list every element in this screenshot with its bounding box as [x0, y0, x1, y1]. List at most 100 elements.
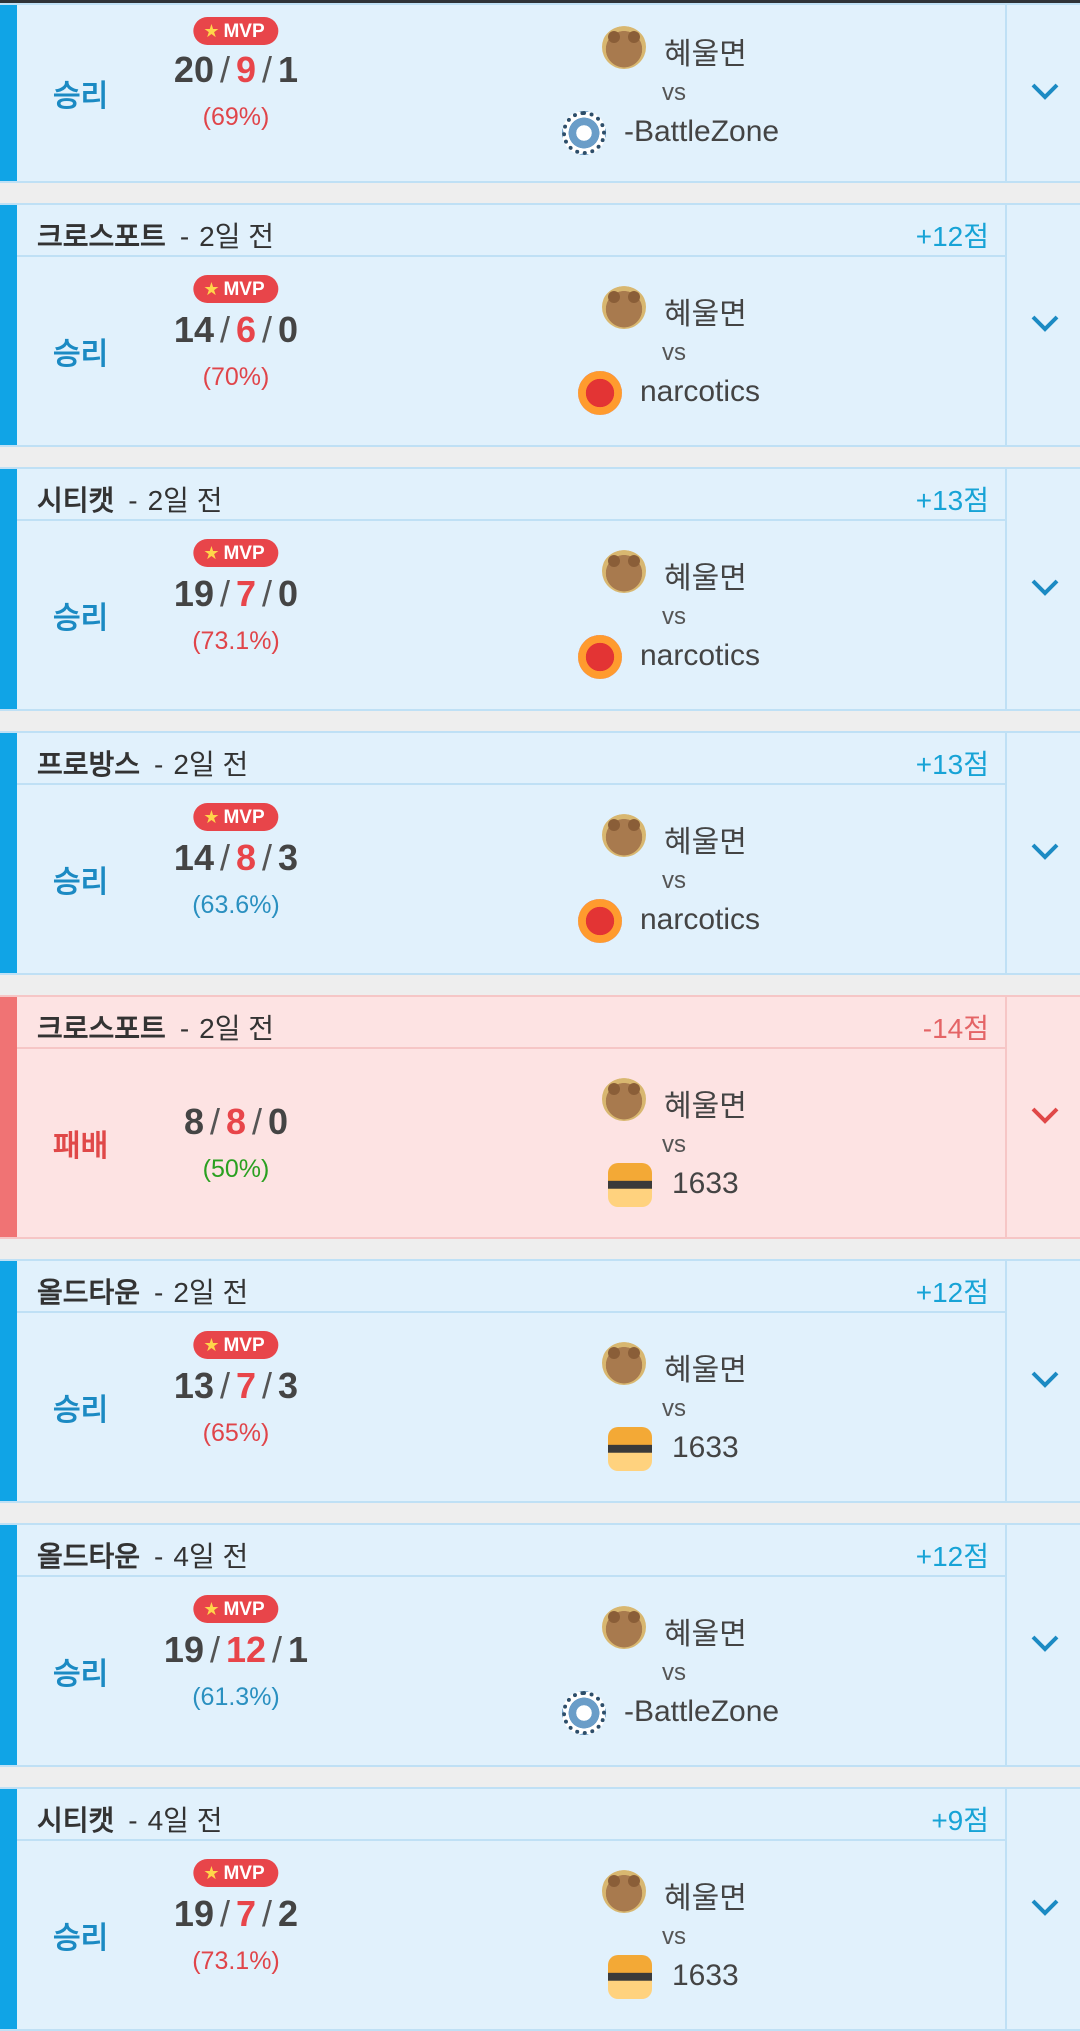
match-card[interactable]: 올드타운 -4일 전 +12점 승리 ★ MVP 19/12/1 (61.3%) 혜울… — [0, 1523, 1080, 1767]
kda-score: 14/6/0 — [173, 309, 299, 350]
match-card[interactable]: 올드타운 -2일 전 +12점 승리 ★ MVP 13/7/3 (65%) 혜울면 v… — [0, 1259, 1080, 1503]
vs-label: vs — [662, 1659, 686, 1686]
time-ago: 4일 전 — [173, 1541, 249, 1572]
match-card[interactable]: 승리 ★ MVP 20/9/1 (69%) 혜울면 vs -BattleZone — [0, 3, 1080, 183]
mvp-badge: ★ MVP — [193, 275, 279, 303]
match-card[interactable]: 크로스포트 -2일 전 +12점 승리 ★ MVP 14/6/0 (70%) 혜울면 … — [0, 203, 1080, 447]
match-header: 올드타운 -4일 전 +12점 — [17, 1525, 1007, 1577]
mvp-badge: ★ MVP — [193, 1859, 279, 1887]
match-result: 승리 — [53, 1922, 109, 1955]
kda-block: ★ MVP 20/9/1 (69%) — [116, 5, 356, 181]
vs-label: vs — [662, 79, 686, 106]
mvp-badge: ★ MVP — [193, 1331, 279, 1359]
chevron-down-icon[interactable] — [1030, 1369, 1060, 1389]
map-name: 크로스포트 -2일 전 — [37, 221, 275, 252]
player-clan-name[interactable]: 혜울면 — [664, 553, 747, 597]
player-clan-name[interactable]: 혜울면 — [664, 29, 747, 73]
player-clan-name[interactable]: 혜울면 — [664, 289, 747, 333]
player-clan-name[interactable]: 혜울면 — [664, 1081, 747, 1125]
player-clan-name[interactable]: 혜울면 — [664, 1609, 747, 1653]
chevron-down-icon[interactable] — [1030, 841, 1060, 861]
result-stripe — [0, 469, 17, 709]
matchup: 혜울면 vs -BattleZone — [532, 5, 802, 181]
kill-participation: (63.6%) — [192, 891, 280, 919]
opponent-clan-name[interactable]: narcotics — [640, 375, 760, 409]
star-icon: ★ — [203, 1863, 220, 1883]
bear-avatar-icon — [602, 813, 646, 857]
map-name: 시티캣 -2일 전 — [37, 485, 223, 516]
time-ago: 2일 전 — [199, 221, 275, 252]
kda-block: ★ MVP 19/7/0 (73.1%) — [116, 521, 356, 709]
match-card[interactable]: 시티캣 -2일 전 +13점 승리 ★ MVP 19/7/0 (73.1%) 혜울면 … — [0, 467, 1080, 711]
points-change: +12점 — [915, 1277, 989, 1308]
kill-participation: (65%) — [202, 1419, 270, 1447]
opponent-clan-name[interactable]: 1633 — [672, 1431, 739, 1465]
result-stripe — [0, 733, 17, 973]
map-name: 올드타운 -2일 전 — [37, 1277, 249, 1308]
fox-emblem-icon — [608, 1955, 652, 1999]
vs-label: vs — [662, 339, 686, 366]
match-header: 프로방스 -2일 전 +13점 — [17, 733, 1007, 785]
chevron-down-icon[interactable] — [1030, 313, 1060, 333]
column-divider — [1005, 1789, 1007, 2029]
player-clan-name[interactable]: 혜울면 — [664, 1873, 747, 1917]
match-result: 패배 — [53, 1130, 109, 1163]
star-icon: ★ — [203, 21, 220, 41]
opponent-clan-name[interactable]: 1633 — [672, 1959, 739, 1993]
opponent-clan-name[interactable]: 1633 — [672, 1167, 739, 1201]
opponent-clan-name[interactable]: narcotics — [640, 903, 760, 937]
match-card[interactable]: 크로스포트 -2일 전 -14점 패배 8/8/0 (50%) 혜울면 vs 163… — [0, 995, 1080, 1239]
kill-participation: (69%) — [202, 103, 270, 131]
bear-avatar-icon — [602, 285, 646, 329]
time-ago: 2일 전 — [199, 1013, 275, 1044]
chevron-down-icon[interactable] — [1030, 577, 1060, 597]
chevron-down-icon[interactable] — [1030, 1105, 1060, 1125]
match-result: 승리 — [53, 866, 109, 899]
vs-label: vs — [662, 1923, 686, 1950]
match-result: 승리 — [53, 1658, 109, 1691]
player-clan-name[interactable]: 혜울면 — [664, 817, 747, 861]
map-name: 크로스포트 -2일 전 — [37, 1013, 275, 1044]
star-icon: ★ — [203, 1599, 220, 1619]
result-stripe — [0, 1261, 17, 1501]
dragon-emblem-icon — [578, 899, 622, 943]
matchup: 혜울면 vs narcotics — [532, 257, 802, 445]
opponent-clan-name[interactable]: narcotics — [640, 639, 760, 673]
vs-label: vs — [662, 1131, 686, 1158]
result-stripe — [0, 1525, 17, 1765]
vs-label: vs — [662, 603, 686, 630]
map-name: 시티캣 -4일 전 — [37, 1805, 223, 1836]
star-icon: ★ — [203, 1335, 220, 1355]
column-divider — [1005, 997, 1007, 1237]
vs-label: vs — [662, 1395, 686, 1422]
kill-participation: (50%) — [202, 1155, 270, 1183]
bear-avatar-icon — [602, 1869, 646, 1913]
bear-avatar-icon — [602, 25, 646, 69]
kda-score: 13/7/3 — [173, 1365, 299, 1406]
match-header: 크로스포트 -2일 전 +12점 — [17, 205, 1007, 257]
chevron-down-icon[interactable] — [1030, 1633, 1060, 1653]
match-card[interactable]: 시티캣 -4일 전 +9점 승리 ★ MVP 19/7/2 (73.1%) 혜울면 v… — [0, 1787, 1080, 2031]
matchup: 혜울면 vs 1633 — [532, 1313, 802, 1501]
points-change: +13점 — [915, 749, 989, 780]
opponent-clan-name[interactable]: -BattleZone — [624, 115, 779, 149]
kda-block: ★ MVP 19/7/2 (73.1%) — [116, 1841, 356, 2029]
mvp-badge: ★ MVP — [193, 17, 279, 45]
kda-score: 19/12/1 — [163, 1629, 309, 1670]
match-card[interactable]: 프로방스 -2일 전 +13점 승리 ★ MVP 14/8/3 (63.6%) 혜울면… — [0, 731, 1080, 975]
map-name: 올드타운 -4일 전 — [37, 1541, 249, 1572]
chevron-down-icon[interactable] — [1030, 1897, 1060, 1917]
match-result: 승리 — [53, 80, 109, 113]
chevron-down-icon[interactable] — [1030, 81, 1060, 101]
match-header: 시티캣 -2일 전 +13점 — [17, 469, 1007, 521]
dragon-emblem-icon — [578, 635, 622, 679]
kill-participation: (73.1%) — [192, 1947, 280, 1975]
opponent-clan-name[interactable]: -BattleZone — [624, 1695, 779, 1729]
kda-score: 8/8/0 — [183, 1101, 289, 1142]
result-stripe — [0, 997, 17, 1237]
time-ago: 2일 전 — [147, 485, 223, 516]
matchup: 혜울면 vs 1633 — [532, 1841, 802, 2029]
points-change: -14점 — [922, 1013, 989, 1044]
matchup: 혜울면 vs 1633 — [532, 1049, 802, 1237]
player-clan-name[interactable]: 혜울면 — [664, 1345, 747, 1389]
